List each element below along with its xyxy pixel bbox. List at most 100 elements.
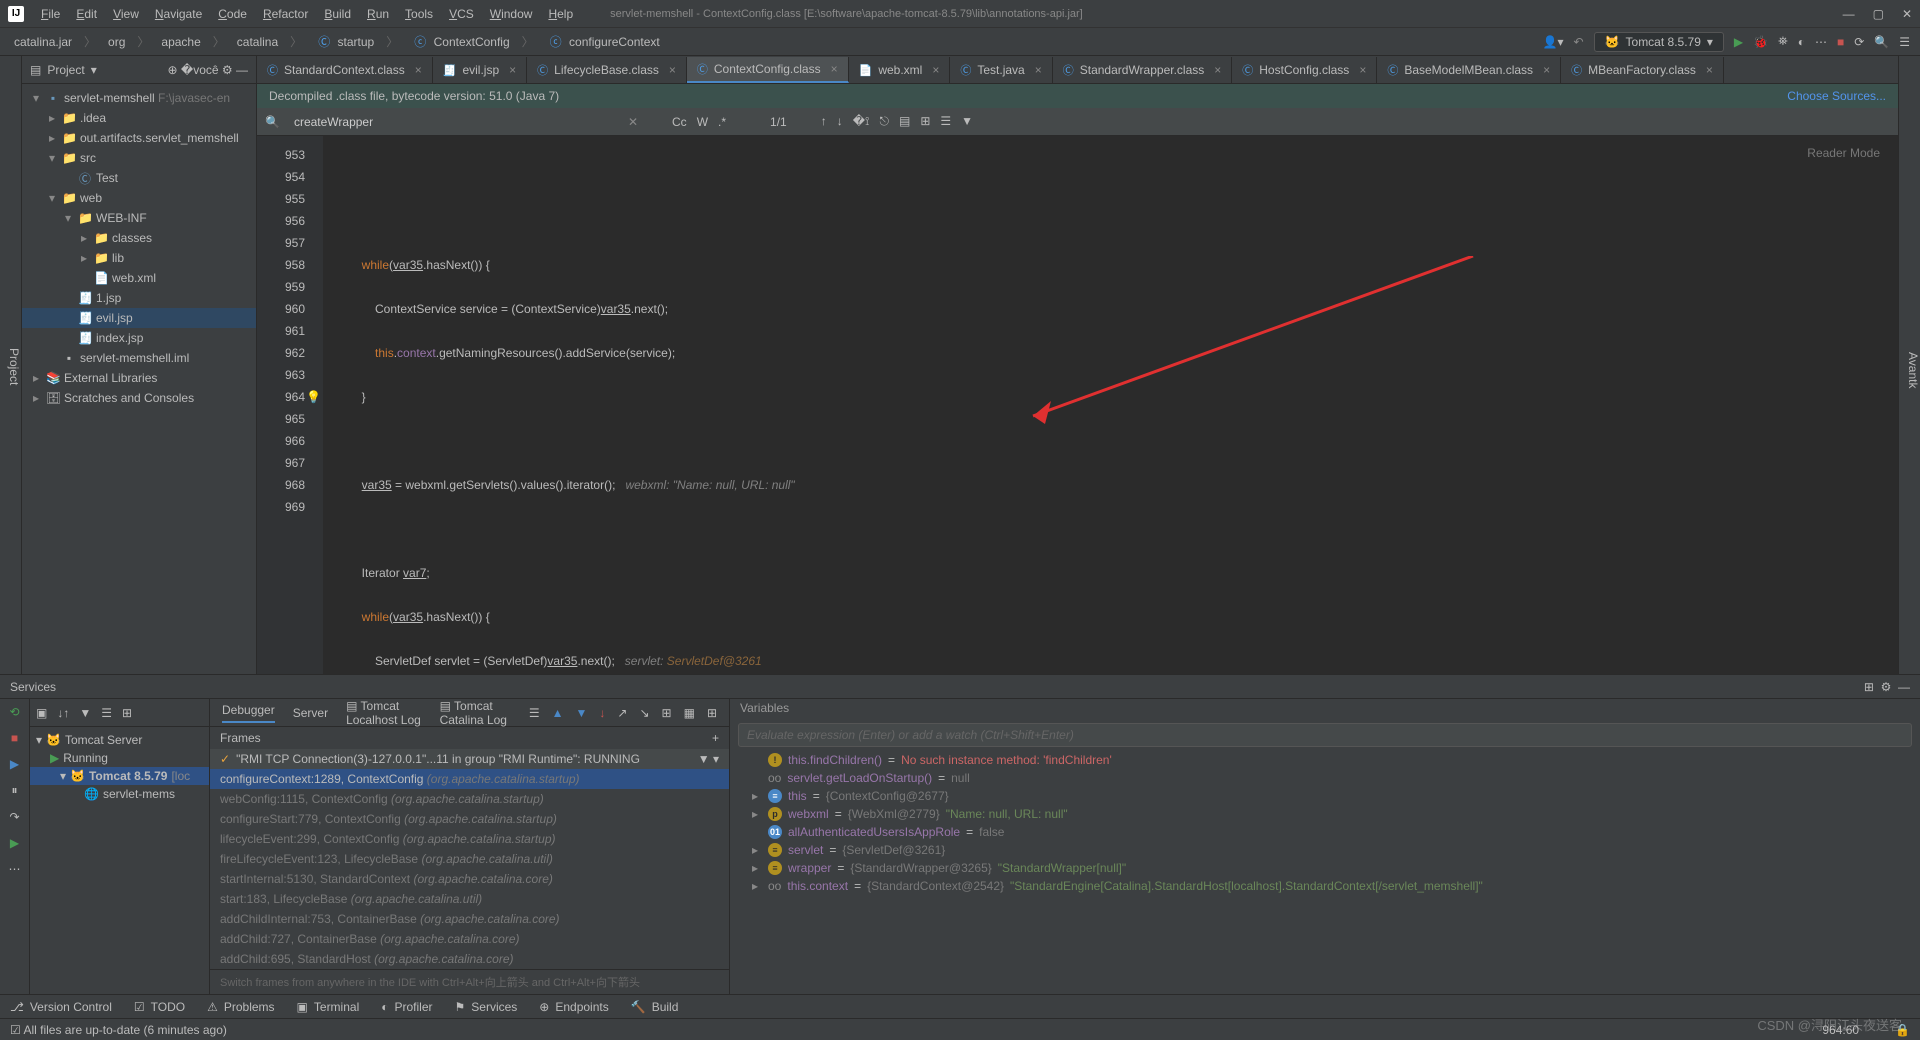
menu-vcs[interactable]: VCS bbox=[442, 4, 481, 24]
stack-frame[interactable]: addChild:695, StandardHost (org.apache.c… bbox=[210, 949, 729, 969]
editor-tabs[interactable]: ⒸStandardContext.class×🧾evil.jsp×ⒸLifecy… bbox=[257, 56, 1898, 84]
tree-item[interactable]: ▾📁src bbox=[22, 148, 256, 168]
editor-tab[interactable]: 📄web.xml× bbox=[849, 57, 951, 83]
debugger-tabs[interactable]: Debugger Server ▤ Tomcat Localhost Log ▤… bbox=[210, 699, 729, 727]
project-tool-button[interactable]: Project bbox=[7, 348, 21, 385]
editor-tab[interactable]: ⒸHostConfig.class× bbox=[1232, 57, 1377, 83]
editor-tab[interactable]: 🧾evil.jsp× bbox=[433, 57, 527, 83]
coverage-icon[interactable]: ⛯ bbox=[1778, 34, 1788, 49]
menu-run[interactable]: Run bbox=[360, 4, 396, 24]
tree-item[interactable]: ▸📚External Libraries bbox=[22, 368, 256, 388]
stop-icon[interactable]: ■ bbox=[1837, 35, 1844, 49]
tree-item[interactable]: 📄web.xml bbox=[22, 268, 256, 288]
hide-icon[interactable]: — bbox=[1898, 680, 1910, 694]
search-icon[interactable]: 🔍 bbox=[1874, 35, 1889, 49]
stack-frame[interactable]: start:183, LifecycleBase (org.apache.cat… bbox=[210, 889, 729, 909]
gear-icon[interactable]: ⚙ bbox=[1881, 680, 1892, 694]
editor-tab[interactable]: ⒸLifecycleBase.class× bbox=[527, 57, 687, 83]
tool-build[interactable]: 🔨Build bbox=[631, 1000, 679, 1014]
editor-tab[interactable]: ⒸTest.java× bbox=[950, 57, 1052, 83]
tree-item[interactable]: ▾📁WEB-INF bbox=[22, 208, 256, 228]
settings-icon[interactable]: ☰ bbox=[1899, 35, 1910, 49]
stack-frame[interactable]: addChild:727, ContainerBase (org.apache.… bbox=[210, 929, 729, 949]
user-icon[interactable]: 👤▾ bbox=[1543, 35, 1564, 49]
project-tree[interactable]: ▾▪servlet-memshell F:\javasec-en▸📁.idea▸… bbox=[22, 84, 256, 674]
tool-endpoints[interactable]: ⊕Endpoints bbox=[539, 1000, 608, 1014]
search-input[interactable] bbox=[294, 115, 614, 129]
debug-icon[interactable]: 🐞 bbox=[1753, 35, 1768, 49]
tool-problems[interactable]: ⚠Problems bbox=[207, 1000, 274, 1014]
code-content[interactable]: Reader Mode while(var35.hasNext()) { Con… bbox=[323, 136, 1898, 674]
stack-frame[interactable]: configureStart:779, ContextConfig (org.a… bbox=[210, 809, 729, 829]
tool-todo[interactable]: ☑TODO bbox=[134, 1000, 185, 1014]
tree-item[interactable]: 🧾evil.jsp bbox=[22, 308, 256, 328]
variable-row[interactable]: ▸≡ this = {ContextConfig@2677} bbox=[730, 787, 1920, 805]
editor-tab[interactable]: ⒸMBeanFactory.class× bbox=[1561, 57, 1724, 83]
profile-icon[interactable]: ◐ bbox=[1798, 35, 1805, 49]
run-config-selector[interactable]: 🐱Tomcat 8.5.79▾ bbox=[1594, 32, 1724, 52]
editor-tab[interactable]: ⒸStandardWrapper.class× bbox=[1053, 57, 1233, 83]
project-panel-header[interactable]: ▤ Project▾ ⊕ �você ⚙ — bbox=[22, 56, 256, 84]
tree-item[interactable]: ⒸTest bbox=[22, 168, 256, 188]
stack-frame[interactable]: lifecycleEvent:299, ContextConfig (org.a… bbox=[210, 829, 729, 849]
stack-frame[interactable]: webConfig:1115, ContextConfig (org.apach… bbox=[210, 789, 729, 809]
left-tool-strip[interactable]: Project Bookmarks Structure bbox=[0, 56, 22, 674]
editor-tab[interactable]: ⒸStandardContext.class× bbox=[257, 57, 433, 83]
window-controls[interactable]: —▢✕ bbox=[1843, 7, 1912, 21]
stack-frame[interactable]: addChildInternal:753, ContainerBase (org… bbox=[210, 909, 729, 929]
menu-tools[interactable]: Tools bbox=[398, 4, 440, 24]
menu-code[interactable]: Code bbox=[211, 4, 254, 24]
tree-item[interactable]: ▸📁classes bbox=[22, 228, 256, 248]
update-icon[interactable]: ⟳ bbox=[1854, 35, 1864, 49]
evaluate-input[interactable]: Evaluate expression (Enter) or add a wat… bbox=[738, 723, 1912, 747]
toggle-view-icon[interactable]: ⊞ bbox=[1864, 680, 1874, 694]
breadcrumb[interactable]: catalina.jar〉org〉apache〉catalina〉Ⓒ start… bbox=[10, 33, 664, 50]
find-bar[interactable]: 🔍 ✕ CcW.* 1/1 ↑↓�⟟⎋▤⊞☰▼ bbox=[257, 108, 1898, 136]
bottom-toolbar[interactable]: ⎇Version Control ☑TODO ⚠Problems ▣Terminal ◐… bbox=[0, 994, 1920, 1018]
tool-version-control[interactable]: ⎇Version Control bbox=[10, 1000, 112, 1014]
main-menu[interactable]: FileEditViewNavigateCodeRefactorBuildRun… bbox=[34, 4, 580, 24]
variable-row[interactable]: ! this.findChildren() = No such instance… bbox=[730, 751, 1920, 769]
variable-row[interactable]: ▸≡ wrapper = {StandardWrapper@3265} "Sta… bbox=[730, 859, 1920, 877]
variables-panel[interactable]: Variables Evaluate expression (Enter) or… bbox=[730, 699, 1920, 994]
services-tree-panel[interactable]: ▣↓↑▼☰⊞ ▾🐱Tomcat Server ▶Running ▾🐱Tomcat… bbox=[30, 699, 210, 994]
right-tool-strip[interactable]: Avantk Database RestfulTool bbox=[1898, 56, 1920, 674]
tree-item[interactable]: ▸📁out.artifacts.servlet_memshell bbox=[22, 128, 256, 148]
menu-refactor[interactable]: Refactor bbox=[256, 4, 315, 24]
tool-services[interactable]: ⚑Services bbox=[455, 1000, 518, 1014]
stack-frame[interactable]: startInternal:5130, StandardContext (org… bbox=[210, 869, 729, 889]
editor-tab[interactable]: ⒸBaseModelMBean.class× bbox=[1377, 57, 1561, 83]
tree-item[interactable]: 🧾index.jsp bbox=[22, 328, 256, 348]
run-icon[interactable]: ▶ bbox=[1734, 35, 1743, 49]
stack-frame[interactable]: fireLifecycleEvent:123, LifecycleBase (o… bbox=[210, 849, 729, 869]
menu-view[interactable]: View bbox=[106, 4, 146, 24]
services-header[interactable]: Services ⊞ ⚙ — bbox=[0, 675, 1920, 699]
variable-row[interactable]: ▸≡ servlet = {ServletDef@3261} bbox=[730, 841, 1920, 859]
variable-row[interactable]: ▸oo this.context = {StandardContext@2542… bbox=[730, 877, 1920, 895]
menu-build[interactable]: Build bbox=[317, 4, 358, 24]
back-icon[interactable]: ↶ bbox=[1574, 35, 1584, 49]
menu-edit[interactable]: Edit bbox=[69, 4, 104, 24]
stack-frame[interactable]: configureContext:1289, ContextConfig (or… bbox=[210, 769, 729, 789]
reader-mode-label[interactable]: Reader Mode bbox=[1807, 142, 1880, 164]
tool-profiler[interactable]: ◐Profiler bbox=[381, 1000, 432, 1014]
menu-window[interactable]: Window bbox=[483, 4, 540, 24]
tree-item[interactable]: ▸🗄Scratches and Consoles bbox=[22, 388, 256, 408]
editor-tab[interactable]: ⒸContextConfig.class× bbox=[687, 57, 849, 83]
code-editor[interactable]: 953954955956957958959960961962963964💡965… bbox=[257, 136, 1898, 674]
menu-file[interactable]: File bbox=[34, 4, 67, 24]
attach-icon[interactable]: ⋯ bbox=[1815, 35, 1827, 49]
tree-item[interactable]: ▸📁.idea bbox=[22, 108, 256, 128]
menu-navigate[interactable]: Navigate bbox=[148, 4, 209, 24]
line-gutter[interactable]: 953954955956957958959960961962963964💡965… bbox=[257, 136, 323, 674]
debug-toolbar[interactable]: ⟲ ■ ▶ ⏸ ↷ ▶ ⋯ bbox=[0, 699, 30, 994]
tool-terminal[interactable]: ▣Terminal bbox=[297, 1000, 360, 1014]
variable-row[interactable]: 01 allAuthenticatedUsersIsAppRole = fals… bbox=[730, 823, 1920, 841]
tree-item[interactable]: ▾▪servlet-memshell F:\javasec-en bbox=[22, 88, 256, 108]
tree-item[interactable]: ▸📁lib bbox=[22, 248, 256, 268]
tree-item[interactable]: ▾📁web bbox=[22, 188, 256, 208]
tree-item[interactable]: ▪servlet-memshell.iml bbox=[22, 348, 256, 368]
frames-panel[interactable]: Debugger Server ▤ Tomcat Localhost Log ▤… bbox=[210, 699, 730, 994]
variable-row[interactable]: ▸p webxml = {WebXml@2779} "Name: null, U… bbox=[730, 805, 1920, 823]
variable-row[interactable]: oo servlet.getLoadOnStartup() = null bbox=[730, 769, 1920, 787]
